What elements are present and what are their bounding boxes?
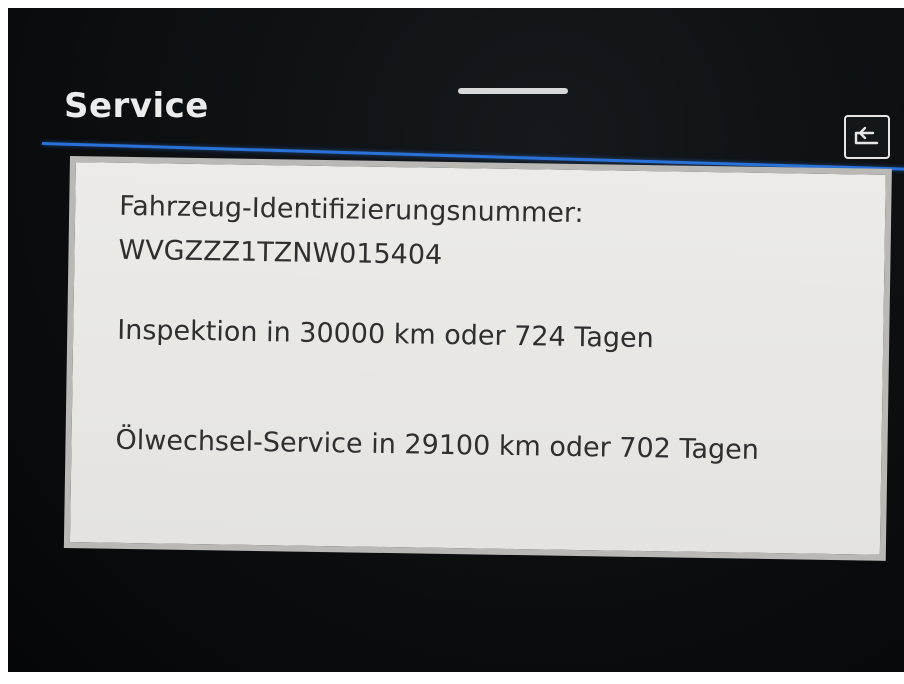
service-info-panel: Fahrzeug-Identifizierungsnummer: WVGZZZ1… (63, 156, 892, 561)
back-arrow-icon (852, 124, 882, 150)
back-button[interactable] (844, 115, 890, 159)
vin-label: Fahrzeug-Identifizierungsnummer: (118, 190, 584, 230)
infotainment-screen: Service Fahrzeug-Identifizierungsnummer:… (8, 8, 904, 672)
oil-service-status: Ölwechsel-Service in 29100 km oder 702 T… (115, 424, 760, 466)
photo-frame: Service Fahrzeug-Identifizierungsnummer:… (0, 0, 904, 684)
page-title: Service (64, 86, 209, 126)
inspection-status: Inspektion in 30000 km oder 724 Tagen (117, 314, 654, 355)
vin-value: WVGZZZ1TZNW015404 (118, 234, 443, 271)
drag-handle[interactable] (458, 88, 568, 94)
